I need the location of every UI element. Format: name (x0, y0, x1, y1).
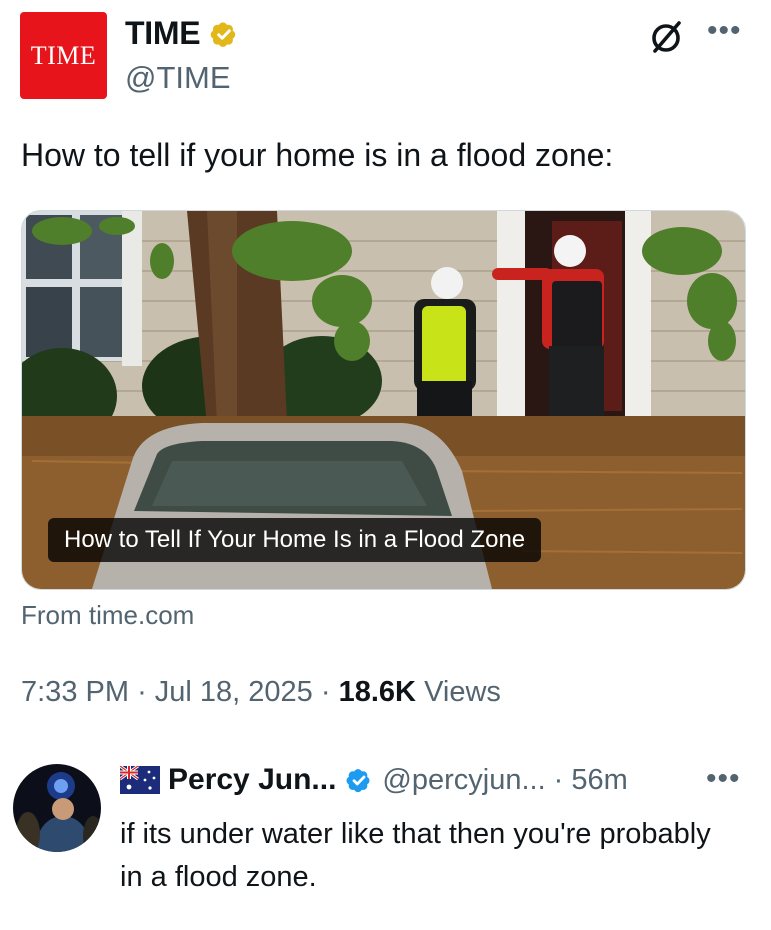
time-avatar-logo[interactable]: TIME (20, 12, 107, 99)
reply-text: if its under water like that then you're… (120, 818, 711, 893)
gold-verified-badge-icon (210, 21, 236, 47)
tweet-date[interactable]: Jul 18, 2025 (155, 676, 313, 708)
reply-more-icon[interactable]: ••• (706, 762, 741, 796)
reply-avatar[interactable] (13, 764, 101, 852)
australia-flag-icon (120, 766, 160, 794)
tweet-meta: 7:33 PM · Jul 18, 2025 · 18.6K Views (21, 676, 501, 709)
reply-age[interactable]: 56m (571, 764, 627, 797)
views-count: 18.6K (338, 676, 416, 708)
more-icon[interactable]: ••• (707, 14, 742, 48)
author-display-name[interactable]: TIME (125, 15, 201, 52)
reply-separator: · (553, 763, 564, 796)
views-label: Views (424, 676, 501, 708)
meta-separator: · (137, 676, 147, 708)
reply-handle[interactable]: @percyjun... (382, 764, 545, 797)
author-name-row: TIME (125, 15, 240, 52)
tweet-text: How to tell if your home is in a flood z… (21, 137, 614, 173)
reply-header: Percy Jun... @percyjun... · 56m (120, 763, 628, 797)
tweet-time[interactable]: 7:33 PM (21, 676, 129, 708)
logo-text: TIME (30, 40, 97, 70)
reply-display-name[interactable]: Percy Jun... (168, 763, 336, 797)
author-handle[interactable]: @TIME (125, 60, 231, 96)
meta-separator: · (320, 676, 331, 708)
card-headline[interactable]: How to Tell If Your Home Is in a Flood Z… (48, 518, 542, 562)
grok-icon[interactable] (646, 17, 686, 57)
card-source[interactable]: From time.com (21, 600, 194, 631)
blue-verified-badge-icon (346, 769, 370, 793)
